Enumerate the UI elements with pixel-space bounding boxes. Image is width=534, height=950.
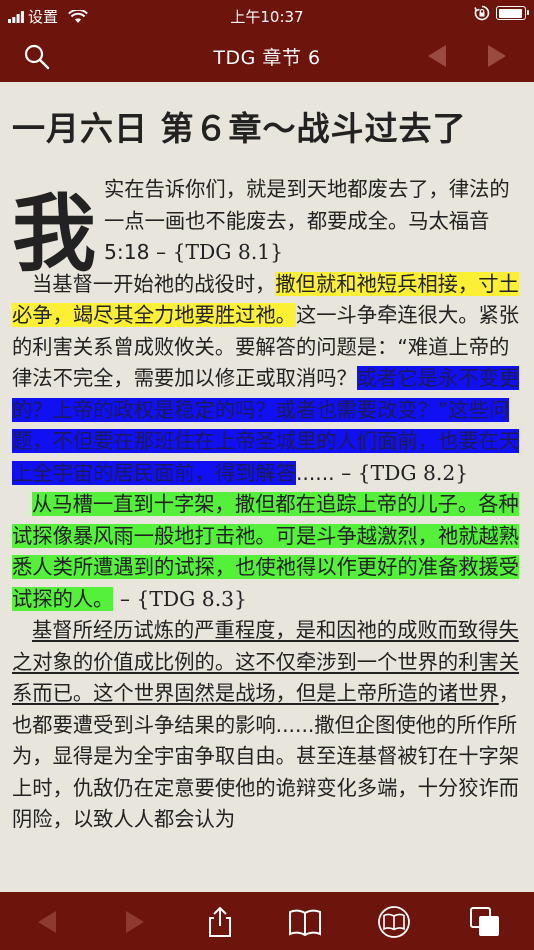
paragraph-2: 当基督一开始祂的战役时，撒但就和祂短兵相接，寸土必争，竭尽其全力地要胜过祂。这一… bbox=[12, 271, 520, 485]
next-chapter-icon[interactable] bbox=[484, 43, 510, 69]
nav-bar: TDG 章节 6 bbox=[0, 30, 534, 82]
previous-chapter-icon[interactable] bbox=[424, 43, 450, 69]
status-right bbox=[474, 5, 529, 21]
reading-pane[interactable]: 一月六日 第６章～战斗过去了 我 实在告诉你们，就是到天地都废去了，律法的一点一… bbox=[0, 82, 534, 892]
share-icon[interactable] bbox=[203, 905, 237, 939]
chapter-body[interactable]: 实在告诉你们，就是到天地都废去了，律法的一点一画也不能废去，都要成全。马太福音5… bbox=[12, 174, 522, 836]
reference-link[interactable]: {TDG 8.3} bbox=[136, 587, 247, 611]
battery-icon bbox=[496, 6, 529, 20]
orientation-lock-icon bbox=[474, 5, 490, 21]
status-bar: 设置 上午10:37 bbox=[0, 0, 534, 30]
forward-icon[interactable] bbox=[118, 905, 152, 939]
reference-link[interactable]: {TDG 8.1} bbox=[173, 240, 284, 264]
reading-plan-icon[interactable] bbox=[377, 905, 411, 939]
paragraph-1: 实在告诉你们，就是到天地都废去了，律法的一点一画也不能废去，都要成全。马太福音5… bbox=[104, 177, 510, 264]
highlight-green[interactable]: 从马槽一直到十字架，撒但都在追踪上帝的儿子。各种试探像暴风雨一般地打击祂。可是斗… bbox=[12, 492, 520, 611]
reference-link[interactable]: {TDG 8.2} bbox=[358, 461, 469, 485]
windows-icon[interactable] bbox=[468, 905, 502, 939]
bottom-toolbar bbox=[0, 892, 534, 950]
battery-fill bbox=[498, 8, 523, 18]
paragraph-4: 基督所经历试炼的严重程度，是和因祂的成败而致得失之对象的价值成比例的。这不仅牵涉… bbox=[12, 618, 520, 831]
paragraph-3: 从马槽一直到十字架，撒但都在追踪上帝的儿子。各种试探像暴风雨一般地打击祂。可是斗… bbox=[12, 492, 520, 611]
page-title: TDG 章节 6 bbox=[213, 47, 321, 69]
chapter-title: 一月六日 第６章～战斗过去了 bbox=[12, 109, 467, 148]
status-time: 上午10:37 bbox=[230, 8, 304, 26]
book-icon[interactable] bbox=[288, 905, 322, 939]
back-icon[interactable] bbox=[30, 905, 64, 939]
underline-annotation[interactable]: 基督所经历试炼的严重程度，是和因祂的成败而致得失之对象的价值成比例的。这不仅牵涉… bbox=[12, 618, 519, 705]
